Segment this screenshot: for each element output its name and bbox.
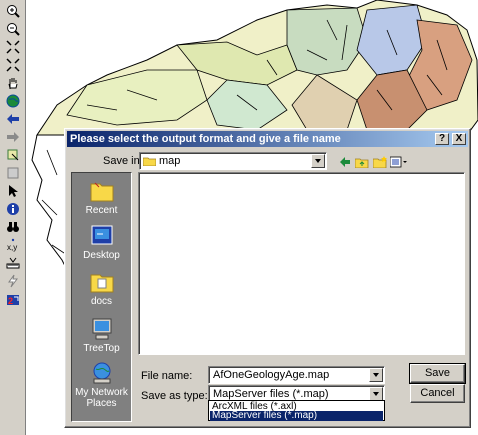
file-name-value: AfOneGeologyAge.map [213, 369, 330, 381]
network-places-icon [93, 362, 110, 384]
forward-arrow-icon[interactable] [3, 128, 23, 146]
places-bar: Recent Desktop docs TreeTop My Network P… [71, 172, 132, 422]
places-label: docs [90, 296, 113, 307]
xy-coordinates-icon[interactable]: x,y [3, 236, 23, 254]
save-as-type-value: MapServer files (*.map) [213, 388, 329, 400]
dialog-titlebar[interactable]: Please select the output format and give… [67, 131, 468, 147]
up-folder-icon[interactable] [354, 154, 370, 170]
info-icon[interactable] [3, 200, 23, 218]
new-folder-icon[interactable] [372, 154, 388, 170]
save-in-label: Save in: [103, 155, 143, 167]
cancel-button[interactable]: Cancel [410, 384, 465, 403]
svg-text:x,y: x,y [7, 243, 17, 252]
find-binoculars-icon[interactable] [3, 218, 23, 236]
places-label: Recent [85, 205, 118, 216]
dialog-title: Please select the output format and give… [70, 133, 341, 145]
save-button[interactable]: Save [409, 363, 466, 384]
type-option-map[interactable]: MapServer files (*.map) [210, 411, 383, 421]
select-icon[interactable] [3, 164, 23, 182]
measure-icon[interactable] [3, 254, 23, 272]
back-icon[interactable] [337, 154, 353, 170]
file-name-dropdown-arrow[interactable] [369, 368, 383, 382]
save-as-type-dropdown-arrow[interactable] [369, 387, 383, 401]
file-name-input[interactable]: AfOneGeologyAge.map [208, 366, 385, 384]
save-dialog: Please select the output format and give… [64, 128, 471, 428]
places-item-docs[interactable]: docs [72, 270, 131, 307]
save-as-type-dropdown-list: ArcXML files (*.axl) MapServer files (*.… [208, 400, 385, 421]
zoom-in-icon[interactable] [3, 2, 23, 20]
save-in-value: map [159, 155, 181, 167]
places-label: My Network Places [75, 387, 128, 409]
recent-folder-icon [90, 182, 113, 202]
map-toolbar: x,y 2 [0, 0, 26, 435]
zoom-out-icon[interactable] [3, 20, 23, 38]
places-item-network[interactable]: My Network Places [72, 361, 131, 409]
pan-hand-icon[interactable] [3, 74, 23, 92]
back-arrow-icon[interactable] [3, 110, 23, 128]
close-button[interactable]: X [452, 133, 466, 145]
places-label: Desktop [83, 250, 120, 261]
computer-icon [92, 318, 111, 340]
zoom-full-icon[interactable] [3, 38, 23, 56]
save-in-dropdown-arrow[interactable] [311, 154, 325, 168]
zoom-fixed-icon[interactable] [3, 56, 23, 74]
globe-icon[interactable] [3, 92, 23, 110]
help-button[interactable]: ? [435, 133, 449, 145]
pointer-icon[interactable] [3, 182, 23, 200]
identify-feature-icon[interactable] [3, 146, 23, 164]
save-in-combo[interactable]: map [139, 152, 327, 170]
save-as-type-label: Save as type: [141, 390, 208, 402]
places-item-desktop[interactable]: Desktop [72, 224, 131, 261]
hyperlink-lightning-icon[interactable] [3, 272, 23, 290]
places-item-treetop[interactable]: TreeTop [72, 317, 131, 354]
places-label: TreeTop [83, 343, 120, 354]
file-list[interactable] [138, 172, 465, 355]
view-menu-icon[interactable] [389, 154, 409, 170]
folder-icon [143, 157, 156, 166]
file-name-label: File name: [141, 370, 193, 382]
docs-folder-icon [90, 274, 113, 293]
desktop-icon [91, 225, 112, 245]
export-map-icon[interactable]: 2 [3, 290, 23, 308]
places-item-recent[interactable]: Recent [72, 179, 131, 216]
svg-text:2: 2 [8, 296, 13, 306]
